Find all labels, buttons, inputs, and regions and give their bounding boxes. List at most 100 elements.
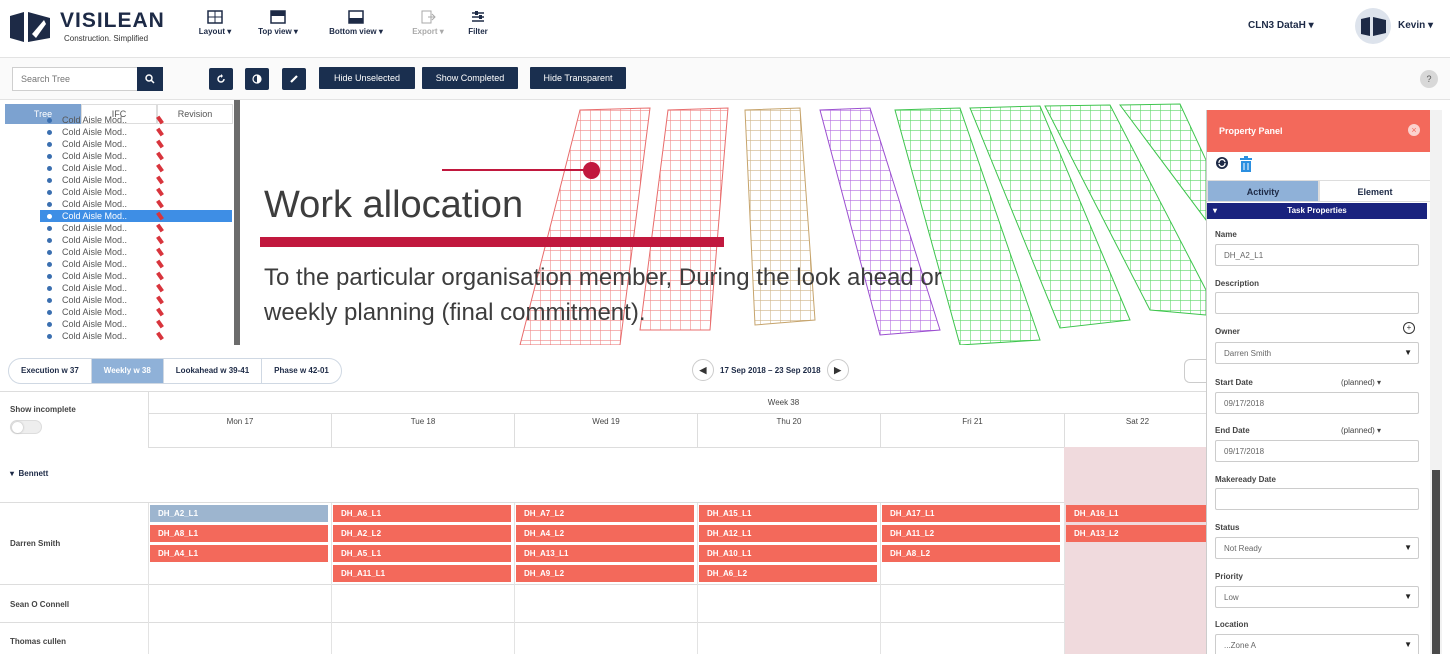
pencil-icon[interactable] — [156, 259, 164, 269]
description-field[interactable] — [1215, 292, 1419, 314]
tree-item[interactable]: Cold Aisle Mod.. — [40, 126, 232, 138]
tree-item[interactable]: Cold Aisle Mod.. — [40, 114, 232, 126]
task-card[interactable]: DH_A4_L1 — [150, 545, 328, 562]
tree-item[interactable]: Cold Aisle Mod.. — [40, 222, 232, 234]
show-incomplete-toggle[interactable] — [10, 420, 42, 434]
end-date-type[interactable]: (planned) ▾ — [1341, 426, 1381, 435]
pencil-icon[interactable] — [156, 295, 164, 305]
task-card[interactable]: DH_A13_L2 — [1066, 525, 1208, 542]
search-tree-input[interactable] — [12, 67, 138, 91]
pencil-icon[interactable] — [156, 283, 164, 293]
start-date-type[interactable]: (planned) ▾ — [1341, 378, 1381, 387]
owner-select[interactable]: Darren Smith ▼ — [1215, 342, 1419, 364]
top-view-menu[interactable]: Top view ▾ — [243, 10, 313, 36]
database-select[interactable]: CLN3 DataH ▾ — [1248, 20, 1314, 31]
start-date-field[interactable]: 09/17/2018 — [1215, 392, 1419, 414]
tree-item[interactable]: Cold Aisle Mod.. — [40, 186, 232, 198]
task-card[interactable]: DH_A4_L2 — [516, 525, 694, 542]
task-card[interactable]: DH_A2_L2 — [333, 525, 511, 542]
tree-item[interactable]: Cold Aisle Mod.. — [40, 282, 232, 294]
layout-menu[interactable]: Layout ▾ — [180, 10, 250, 36]
task-card[interactable]: DH_A8_L1 — [150, 525, 328, 542]
sync-icon[interactable] — [1215, 156, 1229, 170]
schedule-filter-input[interactable] — [1184, 359, 1206, 383]
pencil-icon[interactable] — [156, 247, 164, 257]
pencil-icon[interactable] — [156, 307, 164, 317]
tree-item[interactable]: Cold Aisle Mod.. — [40, 306, 232, 318]
task-card[interactable]: DH_A8_L2 — [882, 545, 1060, 562]
pencil-icon[interactable] — [156, 175, 164, 185]
task-card[interactable]: DH_A2_L1 — [150, 505, 328, 522]
tab-phase[interactable]: Phase w 42-01 — [262, 359, 341, 383]
pencil-icon[interactable] — [156, 115, 164, 125]
property-panel-scroll-thumb[interactable] — [1432, 470, 1440, 654]
name-field[interactable]: DH_A2_L1 — [1215, 244, 1419, 266]
task-card[interactable]: DH_A5_L1 — [333, 545, 511, 562]
pencil-icon[interactable] — [156, 139, 164, 149]
trash-icon[interactable] — [1239, 156, 1253, 172]
tree-item[interactable]: Cold Aisle Mod.. — [40, 174, 232, 186]
task-properties-section[interactable]: ▾ Task Properties — [1207, 203, 1427, 219]
close-icon[interactable]: × — [1408, 124, 1420, 136]
show-completed-button[interactable]: Show Completed — [422, 67, 518, 89]
task-card[interactable]: DH_A9_L2 — [516, 565, 694, 582]
pencil-icon[interactable] — [156, 127, 164, 137]
status-select[interactable]: Not Ready ▼ — [1215, 537, 1419, 559]
task-card[interactable]: DH_A13_L1 — [516, 545, 694, 562]
location-select[interactable]: ...Zone A ▼ — [1215, 634, 1419, 654]
end-date-field[interactable]: 09/17/2018 — [1215, 440, 1419, 462]
pencil-icon[interactable] — [156, 211, 164, 221]
owner-add-icon[interactable]: + — [1403, 322, 1415, 334]
tab-weekly[interactable]: Weekly w 38 — [91, 359, 164, 383]
tree-item[interactable]: Cold Aisle Mod.. — [40, 210, 232, 222]
pencil-icon[interactable] — [156, 223, 164, 233]
pencil-icon[interactable] — [156, 187, 164, 197]
makeready-date-field[interactable] — [1215, 488, 1419, 510]
avatar[interactable] — [1355, 8, 1391, 44]
tree-item[interactable]: Cold Aisle Mod.. — [40, 246, 232, 258]
next-week-button[interactable]: ▶ — [826, 359, 849, 381]
task-card[interactable]: DH_A15_L1 — [699, 505, 877, 522]
task-card[interactable]: DH_A6_L2 — [699, 565, 877, 582]
pencil-icon[interactable] — [156, 235, 164, 245]
task-card[interactable]: DH_A12_L1 — [699, 525, 877, 542]
group-label[interactable]: ▾ Bennett — [10, 469, 48, 478]
search-button[interactable] — [137, 67, 163, 91]
tab-element[interactable]: Element — [1319, 180, 1431, 202]
task-card[interactable]: DH_A16_L1 — [1066, 505, 1208, 522]
tree-item[interactable]: Cold Aisle Mod.. — [40, 270, 232, 282]
pencil-icon[interactable] — [156, 331, 164, 341]
tree-item[interactable]: Cold Aisle Mod.. — [40, 294, 232, 306]
user-menu[interactable]: Kevin ▾ — [1398, 20, 1433, 31]
pencil-icon[interactable] — [156, 199, 164, 209]
tree-item[interactable]: Cold Aisle Mod.. — [40, 150, 232, 162]
pencil-icon[interactable] — [156, 151, 164, 161]
task-card[interactable]: DH_A17_L1 — [882, 505, 1060, 522]
tree-item[interactable]: Cold Aisle Mod.. — [40, 138, 232, 150]
task-card[interactable]: DH_A11_L1 — [333, 565, 511, 582]
tree-item[interactable]: Cold Aisle Mod.. — [40, 198, 232, 210]
hide-unselected-button[interactable]: Hide Unselected — [319, 67, 415, 89]
previous-week-button[interactable]: ◀ — [692, 359, 714, 381]
model-viewer[interactable]: Work allocation To the particular organi… — [240, 100, 1206, 345]
tree-item[interactable]: Cold Aisle Mod.. — [40, 234, 232, 246]
tab-activity[interactable]: Activity — [1207, 180, 1319, 202]
refresh-button[interactable] — [209, 68, 233, 90]
bottom-view-menu[interactable]: Bottom view ▾ — [321, 10, 391, 36]
tree-item[interactable]: Cold Aisle Mod.. — [40, 318, 232, 330]
tab-lookahead[interactable]: Lookahead w 39-41 — [164, 359, 263, 383]
pencil-icon[interactable] — [156, 271, 164, 281]
tab-execution[interactable]: Execution w 37 — [9, 359, 92, 383]
tree-item[interactable]: Cold Aisle Mod.. — [40, 330, 232, 342]
shading-button[interactable] — [245, 68, 269, 90]
task-card[interactable]: DH_A10_L1 — [699, 545, 877, 562]
tree-item[interactable]: Cold Aisle Mod.. — [40, 162, 232, 174]
priority-select[interactable]: Low ▼ — [1215, 586, 1419, 608]
pencil-icon[interactable] — [156, 163, 164, 173]
task-card[interactable]: DH_A6_L1 — [333, 505, 511, 522]
pencil-icon[interactable] — [156, 319, 164, 329]
help-button[interactable]: ? — [1420, 70, 1438, 88]
task-card[interactable]: DH_A11_L2 — [882, 525, 1060, 542]
hide-transparent-button[interactable]: Hide Transparent — [530, 67, 626, 89]
filter-menu[interactable]: Filter — [443, 10, 513, 36]
